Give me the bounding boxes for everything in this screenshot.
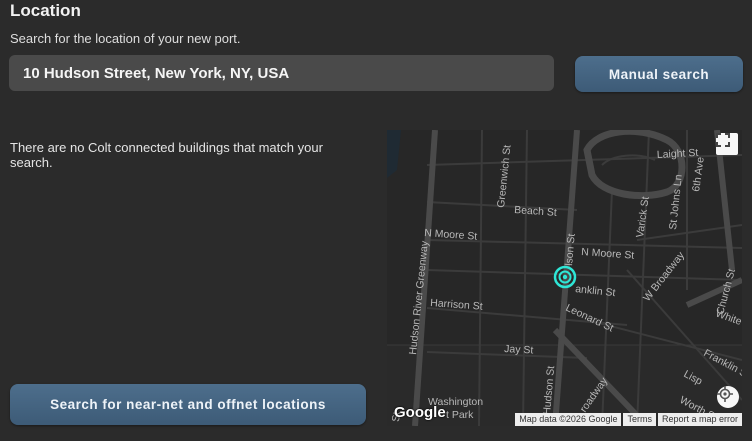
- report-map-error-link[interactable]: Report a map error: [657, 413, 742, 426]
- page-title: Location: [10, 1, 81, 20]
- street-label-hudson-river-greenway: Hudson River Greenway: [407, 240, 431, 356]
- street-label-n-moore-st-east: N Moore St: [581, 246, 635, 262]
- street-label-white-st: White: [714, 308, 742, 329]
- holland-tunnel-rotary: [583, 130, 686, 200]
- street-label-greenwich-st: Greenwich St: [495, 144, 514, 208]
- street-label-6th-ave: 6th Ave: [690, 156, 707, 192]
- street-label-jay-st: Jay St: [504, 343, 534, 357]
- street-label-hudson-st-top: lson St: [563, 233, 578, 266]
- location-search-input[interactable]: [9, 55, 554, 91]
- manual-search-button[interactable]: Manual search: [575, 56, 743, 92]
- street-label-franklin-st: anklin St: [575, 283, 616, 299]
- map-attribution: Map data ©2026 Google Terms Report a map…: [515, 413, 742, 426]
- street-label-varick-st: Varick St: [634, 196, 652, 239]
- fullscreen-icon: [716, 133, 730, 147]
- near-net-search-button[interactable]: Search for near-net and offnet locations: [10, 384, 366, 425]
- no-results-message: There are no Colt connected buildings th…: [10, 140, 323, 170]
- page-subtitle: Search for the location of your new port…: [10, 31, 241, 46]
- map-fullscreen-button[interactable]: [716, 133, 738, 155]
- street-label-st-johns-ln: St Johns Ln: [667, 174, 685, 231]
- map-locate-button[interactable]: [717, 386, 739, 408]
- map-terms-link[interactable]: Terms: [623, 413, 656, 426]
- river-area: [387, 130, 401, 178]
- map-data-attribution: Map data ©2026 Google: [515, 413, 622, 426]
- map-canvas[interactable]: Hudson River Greenway Greenwich St Beach…: [387, 130, 742, 426]
- street-label-harrison-st: Harrison St: [430, 297, 483, 313]
- google-logo: Google: [394, 404, 446, 421]
- street-label-laight-st: Laight St: [657, 147, 699, 161]
- park-label-line-2: t Park: [446, 409, 474, 421]
- street-label-beach-st: Beach St: [514, 204, 557, 219]
- crosshair-icon: [717, 386, 733, 402]
- map-view[interactable]: Hudson River Greenway Greenwich St Beach…: [387, 130, 742, 426]
